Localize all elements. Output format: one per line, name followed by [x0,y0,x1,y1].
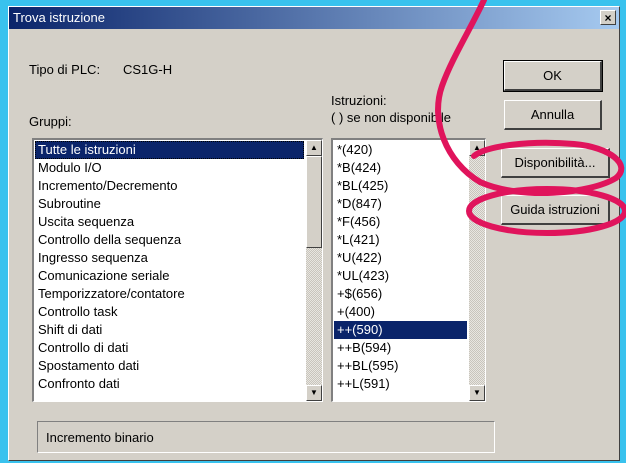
instruction-item[interactable]: *UL(423) [334,267,467,285]
scroll-up-icon[interactable]: ▲ [306,140,322,156]
instruction-item[interactable]: *B(424) [334,159,467,177]
group-item[interactable]: Incremento/Decremento [35,177,304,195]
instruction-item[interactable]: ++L(591) [334,375,467,393]
group-item[interactable]: Controllo di dati [35,339,304,357]
groups-scrollbar[interactable]: ▲ ▼ [306,140,322,401]
group-item[interactable]: Subroutine [35,195,304,213]
plc-type-value: CS1G-H [123,62,173,77]
group-item[interactable]: Spostamento dati [35,357,304,375]
instruction-guide-button[interactable]: Guida istruzioni [501,195,610,225]
plc-type-label: Tipo di PLC: [29,62,101,77]
groups-listbox[interactable]: Tutte le istruzioni Modulo I/O Incremento/… [32,138,323,402]
instructions-label: Istruzioni: [331,93,387,108]
group-item[interactable]: Confronto dati [35,375,304,393]
window-title: Trova istruzione [13,10,105,25]
instruction-item[interactable]: *L(421) [334,231,467,249]
cancel-button[interactable]: Annulla [504,100,602,130]
group-item[interactable]: Controllo della sequenza [35,231,304,249]
instruction-item[interactable]: *F(456) [334,213,467,231]
instructions-listbox[interactable]: *(420) *B(424) *BL(425) *D(847) *F(456) *L(42… [331,138,486,402]
group-item[interactable]: Tutte le istruzioni [35,141,304,159]
instruction-description: Incremento binario [46,430,154,445]
group-item[interactable]: Uscita sequenza [35,213,304,231]
scroll-down-icon[interactable]: ▼ [469,385,485,401]
groups-items: Tutte le istruzioni Modulo I/O Incremento/… [35,141,304,393]
ok-button[interactable]: OK [503,60,603,92]
scroll-thumb[interactable] [306,156,322,248]
instruction-item[interactable]: *U(422) [334,249,467,267]
group-item[interactable]: Ingresso sequenza [35,249,304,267]
instruction-item[interactable]: *BL(425) [334,177,467,195]
instructions-items: *(420) *B(424) *BL(425) *D(847) *F(456) *L(42… [334,141,467,393]
group-item[interactable]: Modulo I/O [35,159,304,177]
instruction-item[interactable]: *D(847) [334,195,467,213]
scroll-up-icon[interactable]: ▲ [469,140,485,156]
instruction-item[interactable]: +$(656) [334,285,467,303]
description-box: Incremento binario [37,421,495,453]
find-instruction-dialog: Trova istruzione × Tipo di PLC: CS1G-H G… [8,6,620,461]
scroll-down-icon[interactable]: ▼ [306,385,322,401]
close-button[interactable]: × [600,10,616,25]
instruction-item[interactable]: ++B(594) [334,339,467,357]
instructions-unavailable-note: ( ) se non disponibile [331,110,451,125]
groups-label: Gruppi: [29,114,72,129]
group-item[interactable]: Temporizzatore/contatore [35,285,304,303]
title-bar: Trova istruzione × [9,7,619,29]
instruction-item[interactable]: ++(590) [334,321,467,339]
group-item[interactable]: Controllo task [35,303,304,321]
instructions-scrollbar[interactable]: ▲ ▼ [469,140,485,401]
group-item[interactable]: Shift di dati [35,321,304,339]
group-item[interactable]: Comunicazione seriale [35,267,304,285]
instruction-item[interactable]: *(420) [334,141,467,159]
instruction-item[interactable]: +(400) [334,303,467,321]
availability-button[interactable]: Disponibilità... [501,148,610,178]
instruction-item[interactable]: ++BL(595) [334,357,467,375]
